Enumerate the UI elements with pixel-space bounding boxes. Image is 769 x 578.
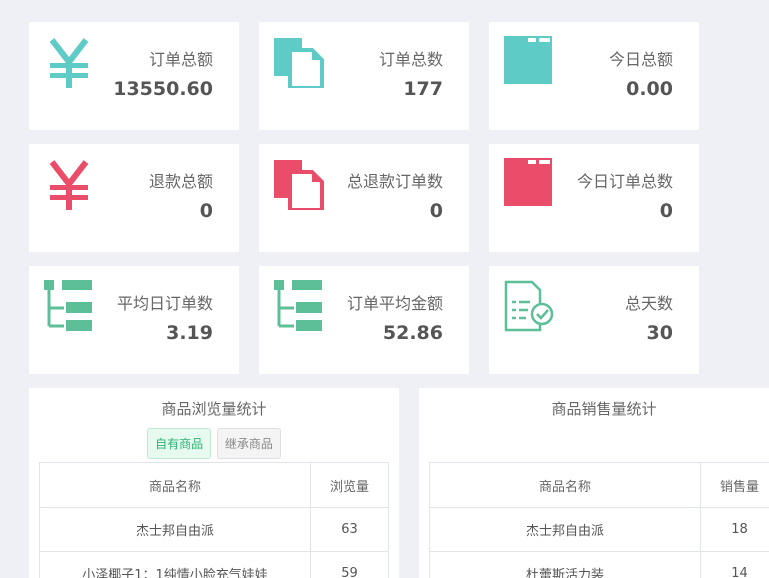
stat-label: 今日订单总数: [577, 168, 673, 192]
stat-label: 今日总额: [609, 46, 673, 70]
stat-label: 退款总额: [149, 168, 213, 192]
stat-value: 0: [660, 200, 673, 222]
stat-value: 13550.60: [113, 78, 213, 100]
tree-list-icon: [274, 280, 324, 332]
column-header-views[interactable]: 浏览量: [311, 463, 389, 508]
stat-label: 订单平均金额: [347, 290, 443, 314]
cell-product-name: 小泽椰子1：1纯情小脸充气娃娃: [40, 552, 311, 578]
column-header-product-name[interactable]: 商品名称: [430, 463, 701, 508]
stat-label: 总退款订单数: [347, 168, 443, 192]
stat-value: 0: [200, 200, 213, 222]
panel-title: 商品销售量统计: [419, 398, 769, 419]
documents-icon: [274, 158, 324, 210]
tab-group: 自有商品 继承商品: [29, 428, 399, 459]
table-row[interactable]: 杰士邦自由派 63: [40, 508, 389, 552]
table-row[interactable]: 小泽椰子1：1纯情小脸充气娃娃 59: [40, 552, 389, 578]
stat-value: 0: [430, 200, 443, 222]
table-row[interactable]: 杜蕾斯活力装 14: [430, 552, 769, 578]
stat-label: 订单总数: [379, 46, 443, 70]
stat-value: 52.86: [383, 322, 443, 344]
stat-value: 0.00: [626, 78, 673, 100]
cell-product-name: 杜蕾斯活力装: [430, 552, 701, 578]
stat-card-order-count: 订单总数 177: [259, 22, 469, 130]
stat-card-today-amount: 今日总额 0.00: [489, 22, 699, 130]
tab-inherited-products[interactable]: 继承商品: [217, 428, 281, 459]
cell-sales: 14: [701, 552, 769, 578]
tree-list-icon: [44, 280, 94, 332]
cell-views: 59: [311, 552, 389, 578]
panel-title: 商品浏览量统计: [29, 398, 399, 419]
browse-stats-panel: 商品浏览量统计 自有商品 继承商品 商品名称 浏览量 杰士邦自由派 63 小泽椰…: [29, 388, 399, 578]
yen-icon: [44, 158, 94, 210]
column-header-product-name[interactable]: 商品名称: [40, 463, 311, 508]
stat-card-refund-amount: 退款总额 0: [29, 144, 239, 252]
table-header-row: 商品名称 销售量: [430, 463, 769, 508]
stat-card-total-days: 总天数 30: [489, 266, 699, 374]
stat-card-order-total-amount: 订单总额 13550.60: [29, 22, 239, 130]
stat-card-avg-order-amount: 订单平均金额 52.86: [259, 266, 469, 374]
folder-icon: [504, 36, 554, 88]
stat-card-avg-daily-orders: 平均日订单数 3.19: [29, 266, 239, 374]
stat-label: 平均日订单数: [117, 290, 213, 314]
table-header-row: 商品名称 浏览量: [40, 463, 389, 508]
browse-table: 商品名称 浏览量 杰士邦自由派 63 小泽椰子1：1纯情小脸充气娃娃 59: [39, 462, 389, 578]
column-header-sales[interactable]: 销售量: [701, 463, 769, 508]
stat-card-refund-order-count: 总退款订单数 0: [259, 144, 469, 252]
stat-value: 3.19: [166, 322, 213, 344]
documents-icon: [274, 36, 324, 88]
folder-icon: [504, 158, 554, 210]
checklist-icon: [504, 280, 554, 332]
cell-sales: 18: [701, 508, 769, 552]
cell-product-name: 杰士邦自由派: [430, 508, 701, 552]
table-row[interactable]: 杰士邦自由派 18: [430, 508, 769, 552]
stat-value: 177: [403, 78, 443, 100]
sales-table: 商品名称 销售量 杰士邦自由派 18 杜蕾斯活力装 14: [429, 462, 769, 578]
stat-card-today-order-count: 今日订单总数 0: [489, 144, 699, 252]
yen-icon: [44, 36, 94, 88]
cell-views: 63: [311, 508, 389, 552]
stat-label: 总天数: [625, 290, 673, 314]
tab-own-products[interactable]: 自有商品: [147, 428, 211, 459]
sales-stats-panel: 商品销售量统计 商品名称 销售量 杰士邦自由派 18 杜蕾斯活力装 14: [419, 388, 769, 578]
stat-label: 订单总额: [149, 46, 213, 70]
stat-value: 30: [647, 322, 673, 344]
cell-product-name: 杰士邦自由派: [40, 508, 311, 552]
